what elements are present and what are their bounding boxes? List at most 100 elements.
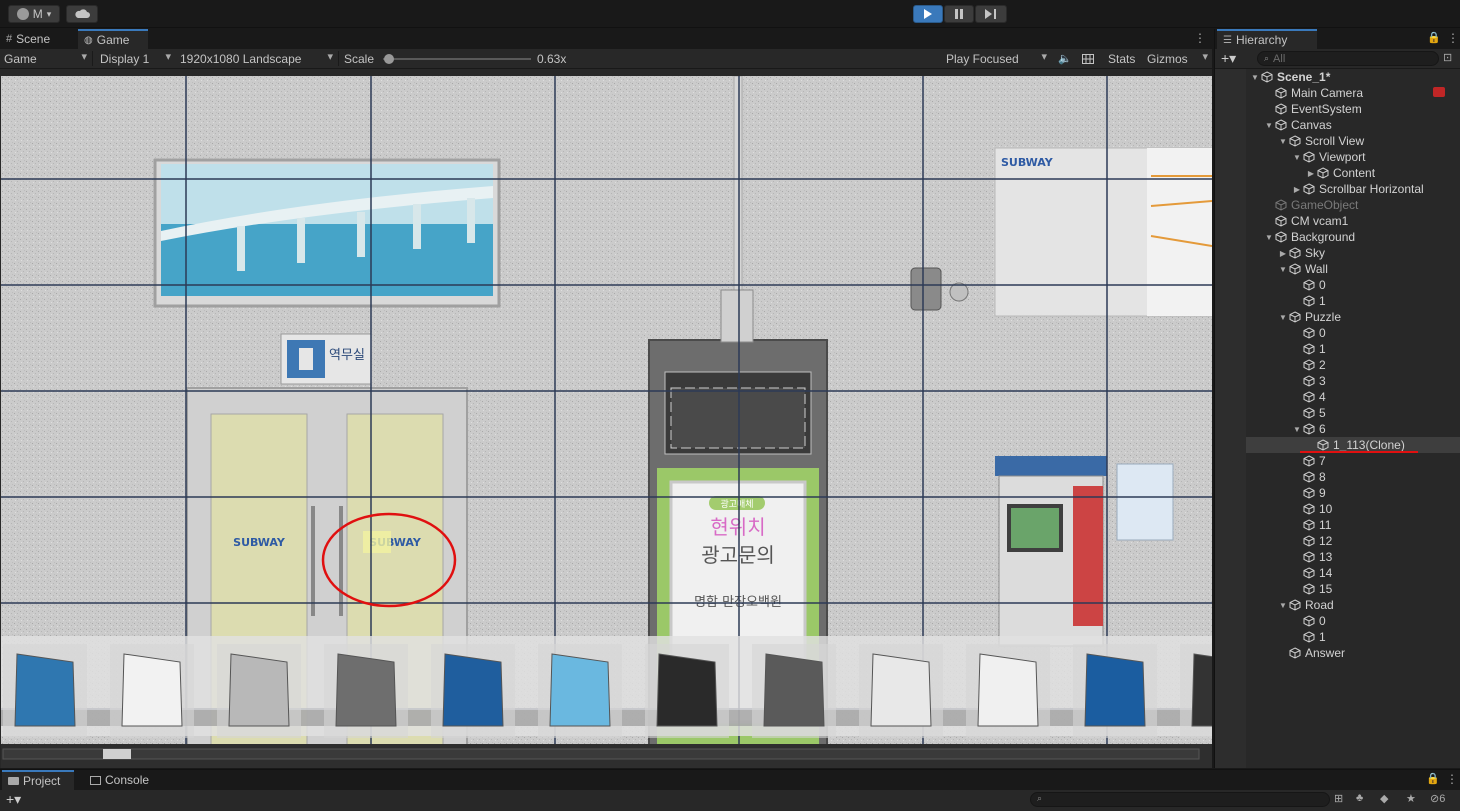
hidden-packages-icon[interactable]: ⊘6 [1430, 792, 1445, 805]
hierarchy-item[interactable]: 1 [1215, 629, 1460, 645]
hierarchy-item[interactable]: 1 [1215, 341, 1460, 357]
favorite-icon[interactable]: ★ [1406, 792, 1416, 805]
hierarchy-item[interactable]: 10 [1215, 501, 1460, 517]
hierarchy-item[interactable]: ▼ Canvas [1215, 117, 1460, 133]
audio-mute-button[interactable]: 🔈 [1054, 49, 1076, 68]
puzzle-piece[interactable] [645, 644, 729, 738]
hierarchy-item[interactable]: 1 [1215, 293, 1460, 309]
hierarchy-item[interactable]: 7 [1215, 453, 1460, 469]
hierarchy-item[interactable]: 0 [1215, 325, 1460, 341]
create-button[interactable]: +▾ [1221, 50, 1236, 67]
hierarchy-item[interactable]: 8 [1215, 469, 1460, 485]
project-search[interactable]: ⌕ [1030, 792, 1330, 807]
puzzle-piece[interactable] [966, 644, 1050, 738]
tab-hierarchy[interactable]: ☰ Hierarchy [1217, 29, 1317, 49]
tab-project[interactable]: Project [2, 770, 74, 790]
puzzle-piece[interactable] [110, 644, 194, 738]
scene-visibility-icon[interactable]: ⊡ [1443, 51, 1452, 64]
account-dropdown[interactable]: M ▾ [8, 5, 60, 23]
hierarchy-item[interactable]: 11 [1215, 517, 1460, 533]
gizmos-dropdown[interactable]: Gizmos [1143, 49, 1211, 68]
puzzle-piece[interactable] [538, 644, 622, 738]
pause-button[interactable] [944, 5, 974, 23]
hierarchy-item[interactable]: 9 [1215, 485, 1460, 501]
hierarchy-item[interactable]: 4 [1215, 389, 1460, 405]
play-button[interactable] [913, 5, 943, 23]
game-mode-dropdown[interactable]: Game [0, 49, 90, 68]
stats-grid-button[interactable] [1078, 49, 1104, 68]
project-create-button[interactable]: +▾ [6, 791, 21, 808]
resolution-dropdown[interactable]: 1920x1080 Landscape [176, 49, 336, 68]
hierarchy-item[interactable]: ▶ Scrollbar Horizontal [1215, 181, 1460, 197]
project-menu-icon[interactable]: ⋮ [1446, 772, 1458, 786]
foldout-arrow-icon[interactable]: ▼ [1277, 313, 1289, 322]
hierarchy-item[interactable]: ▼ Scroll View [1215, 133, 1460, 149]
lock-icon[interactable]: 🔒 [1427, 31, 1441, 44]
hierarchy-item[interactable]: ▼ Road [1215, 597, 1460, 613]
hierarchy-item[interactable]: ▶ Content [1215, 165, 1460, 181]
hierarchy-item[interactable]: 14 [1215, 565, 1460, 581]
hierarchy-item[interactable]: 3 [1215, 373, 1460, 389]
foldout-arrow-icon[interactable]: ▼ [1263, 233, 1275, 242]
puzzle-piece[interactable] [1073, 644, 1157, 738]
hierarchy-item[interactable]: Main Camera [1215, 85, 1460, 101]
tray-scrollbar[interactable] [2, 748, 1200, 760]
hierarchy-item[interactable]: ▼ Viewport [1215, 149, 1460, 165]
hierarchy-item[interactable]: 2 [1215, 357, 1460, 373]
hierarchy-item[interactable]: 15 [1215, 581, 1460, 597]
foldout-arrow-icon[interactable]: ▶ [1305, 169, 1317, 178]
puzzle-piece[interactable] [3, 644, 87, 738]
scale-slider[interactable] [383, 54, 531, 64]
puzzle-piece[interactable] [752, 644, 836, 738]
hierarchy-item[interactable]: CM vcam1 [1215, 213, 1460, 229]
puzzle-piece[interactable] [324, 644, 408, 738]
hierarchy-menu-icon[interactable]: ⋮ [1447, 31, 1459, 45]
foldout-arrow-icon[interactable]: ▼ [1249, 73, 1261, 82]
hierarchy-item[interactable]: EventSystem [1215, 101, 1460, 117]
scale-slider-thumb[interactable] [383, 54, 394, 64]
puzzle-piece-highlight[interactable] [363, 531, 391, 553]
hierarchy-item[interactable]: 0 [1215, 613, 1460, 629]
foldout-arrow-icon[interactable]: ▼ [1277, 601, 1289, 610]
puzzle-piece[interactable] [859, 644, 943, 738]
hierarchy-item[interactable]: Answer [1215, 645, 1460, 661]
tray-scrollbar-thumb[interactable] [103, 749, 131, 759]
tab-game[interactable]: ◍ Game [78, 29, 148, 49]
hierarchy-item[interactable]: 5 [1215, 405, 1460, 421]
puzzle-piece[interactable] [431, 644, 515, 738]
hierarchy-item[interactable]: ▶ Sky [1215, 245, 1460, 261]
ad-badge: 광고매체 [720, 498, 753, 510]
foldout-arrow-icon[interactable]: ▼ [1291, 425, 1303, 434]
filter-label-icon[interactable]: ♣ [1356, 792, 1363, 804]
stats-button[interactable]: Stats [1104, 49, 1144, 68]
filter-type-icon[interactable]: ⊞ [1334, 792, 1343, 805]
foldout-arrow-icon[interactable]: ▼ [1291, 153, 1303, 162]
foldout-arrow-icon[interactable]: ▼ [1277, 137, 1289, 146]
hierarchy-item[interactable]: GameObject [1215, 197, 1460, 213]
hierarchy-item[interactable]: 0 [1215, 277, 1460, 293]
foldout-arrow-icon[interactable]: ▼ [1277, 265, 1289, 274]
play-focused-dropdown[interactable]: Play Focused [942, 49, 1050, 68]
foldout-arrow-icon[interactable]: ▶ [1277, 249, 1289, 258]
puzzle-piece[interactable] [1180, 644, 1212, 738]
hierarchy-item[interactable]: ▼ Puzzle [1215, 309, 1460, 325]
foldout-arrow-icon[interactable]: ▶ [1291, 185, 1303, 194]
hierarchy-item[interactable]: 13 [1215, 549, 1460, 565]
hierarchy-item[interactable]: ▼ Wall [1215, 261, 1460, 277]
hierarchy-item[interactable]: 12 [1215, 533, 1460, 549]
puzzle-piece[interactable] [217, 644, 301, 738]
hierarchy-item[interactable]: ▼ 6 [1215, 421, 1460, 437]
panel-menu-icon[interactable]: ⋮ [1194, 31, 1206, 45]
lock-icon[interactable]: 🔒 [1426, 772, 1440, 785]
step-button[interactable] [975, 5, 1007, 23]
tab-scene[interactable]: # Scene [0, 29, 56, 49]
foldout-arrow-icon[interactable]: ▼ [1263, 121, 1275, 130]
display-dropdown[interactable]: Display 1 [96, 49, 174, 68]
hierarchy-item[interactable]: ▼ Scene_1* [1215, 69, 1460, 85]
hierarchy-item[interactable]: ▼ Background [1215, 229, 1460, 245]
game-viewport[interactable]: 역무실 SUBWAY SUBWAY 광고매체 현위치 광고문의 명함 만장오백원… [1, 76, 1212, 768]
tag-icon[interactable]: ◆ [1380, 792, 1388, 805]
hierarchy-search[interactable]: ⌕ All [1257, 51, 1439, 66]
cloud-button[interactable] [66, 5, 98, 23]
tab-console[interactable]: Console [84, 770, 155, 790]
